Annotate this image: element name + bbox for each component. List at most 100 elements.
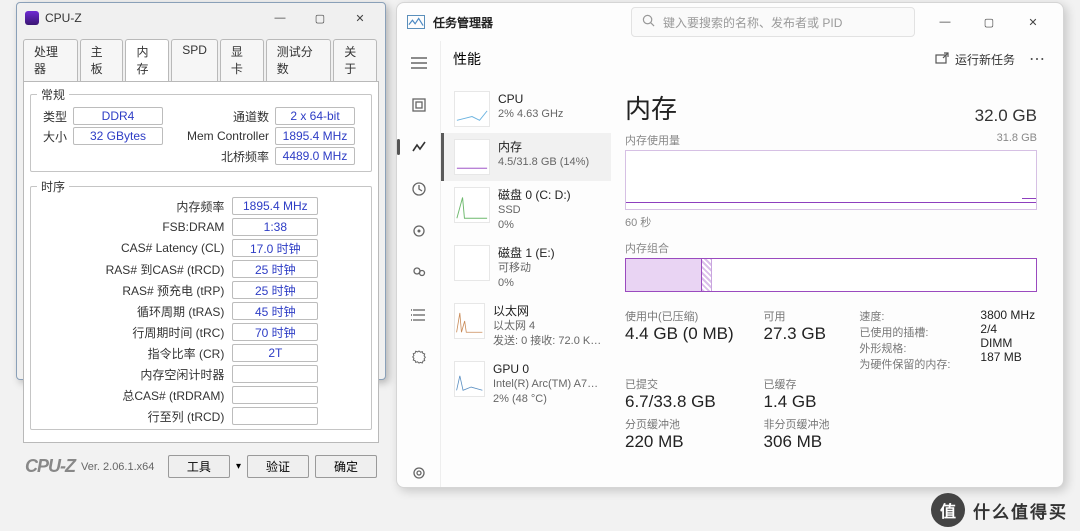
tab-处理器[interactable]: 处理器 — [23, 39, 78, 81]
smzdm-watermark: 值 什么值得买 — [931, 493, 1068, 527]
hw-label: 为硬件保留的内存: — [859, 359, 950, 371]
tab-显卡[interactable]: 显卡 — [220, 39, 264, 81]
perf-name: GPU 0 — [493, 361, 603, 377]
usage-label: 内存使用量 — [625, 132, 680, 148]
timing-label: CAS# Latency (CL) — [87, 241, 224, 255]
nb-value: 4489.0 MHz — [275, 147, 355, 165]
nb-label: 北桥频率 — [183, 148, 269, 165]
maximize-button[interactable]: ▢ — [967, 7, 1011, 37]
size-value: 32 GBytes — [73, 127, 163, 145]
channels-label: 通道数 — [183, 108, 269, 125]
hw-value: 187 MB — [980, 350, 1021, 364]
nav-users-icon[interactable] — [405, 259, 433, 287]
slots-label: 已使用的插槽: — [859, 327, 928, 339]
detail-title: 内存 — [625, 89, 677, 126]
ok-button[interactable]: 确定 — [315, 455, 377, 478]
capacity-value: 32.0 GB — [975, 106, 1037, 126]
thumb-chart — [454, 91, 490, 127]
size-label: 大小 — [37, 128, 67, 145]
tab-主板[interactable]: 主板 — [80, 39, 124, 81]
close-button[interactable]: ✕ — [343, 7, 377, 29]
perf-sub: Intel(R) Arc(TM) A750... — [493, 377, 603, 392]
nav-details-icon[interactable] — [405, 301, 433, 329]
general-legend: 常规 — [37, 86, 69, 103]
paged-value: 220 MB — [625, 432, 736, 452]
tab-关于[interactable]: 关于 — [333, 39, 377, 81]
timing-value: 17.0 时钟 — [232, 239, 318, 257]
perf-item-GPU 0[interactable]: GPU 0 Intel(R) Arc(TM) A750... 2% (48 °C… — [441, 355, 611, 413]
cpuz-tabbar: 处理器主板内存SPD显卡测试分数关于 — [17, 33, 385, 81]
timing-label: 循环周期 (tRAS) — [87, 303, 224, 320]
nav-performance-icon[interactable] — [405, 133, 433, 161]
thumb-chart — [454, 303, 485, 339]
timing-value — [232, 407, 318, 425]
axis-label: 60 秒 — [625, 214, 1037, 230]
minimize-button[interactable]: — — [263, 7, 297, 29]
close-button[interactable]: ✕ — [1011, 7, 1055, 37]
available-value: 27.3 GB — [764, 324, 832, 344]
slots-value: 2/4 — [980, 322, 997, 336]
cpuz-titlebar[interactable]: CPU-Z — ▢ ✕ — [17, 3, 385, 33]
speed-label: 速度: — [859, 311, 884, 323]
nav-startup-icon[interactable] — [405, 217, 433, 245]
timing-value — [232, 365, 318, 383]
tab-内存[interactable]: 内存 — [125, 39, 169, 81]
cpuz-window: CPU-Z — ▢ ✕ 处理器主板内存SPD显卡测试分数关于 常规 类型 DDR… — [16, 2, 386, 380]
tab-测试分数[interactable]: 测试分数 — [266, 39, 332, 81]
timing-value: 1:38 — [232, 218, 318, 236]
composition-chart — [625, 258, 1037, 292]
thumb-chart — [454, 361, 485, 397]
search-input[interactable]: 键入要搜索的名称、发布者或 PID — [631, 7, 915, 37]
tools-button[interactable]: 工具 — [168, 455, 230, 478]
perf-name: 磁盘 1 (E:) — [498, 245, 555, 261]
perf-sub: SSD — [498, 203, 571, 218]
perf-name: 磁盘 0 (C: D:) — [498, 187, 571, 203]
perf-item-CPU[interactable]: CPU 2% 4.63 GHz — [441, 85, 611, 133]
perf-item-磁盘 0 (C: D:)[interactable]: 磁盘 0 (C: D:) SSD 0% — [441, 181, 611, 239]
more-menu-button[interactable]: ⋯ — [1025, 49, 1051, 69]
timing-label: 内存频率 — [87, 198, 224, 215]
timing-label: 指令比率 (CR) — [87, 345, 224, 362]
nonpaged-label: 非分页缓冲池 — [764, 416, 832, 432]
perf-sub: 2% 4.63 GHz — [498, 107, 563, 122]
tm-titlebar[interactable]: 任务管理器 键入要搜索的名称、发布者或 PID — ▢ ✕ — [397, 3, 1063, 41]
form-label: 外形规格: — [859, 343, 906, 355]
perf-sub: 可移动 — [498, 261, 555, 276]
nav-history-icon[interactable] — [405, 175, 433, 203]
maximize-button[interactable]: ▢ — [303, 7, 337, 29]
perf-name: 内存 — [498, 139, 589, 155]
committed-value: 6.7/33.8 GB — [625, 392, 736, 412]
timing-value: 2T — [232, 344, 318, 362]
nonpaged-value: 306 MB — [764, 432, 832, 452]
perf-item-以太网[interactable]: 以太网 以太网 4 发送: 0 接收: 72.0 Kbps — [441, 297, 611, 355]
timing-value — [232, 386, 318, 404]
form-value: DIMM — [980, 336, 1012, 350]
composition-label: 内存组合 — [625, 240, 1037, 256]
in-use-label: 使用中(已压缩) — [625, 308, 736, 324]
search-placeholder: 键入要搜索的名称、发布者或 PID — [663, 14, 842, 31]
task-manager-icon — [407, 15, 425, 29]
run-new-task-button[interactable]: 运行新任务 — [935, 51, 1015, 68]
nav-processes-icon[interactable] — [405, 91, 433, 119]
timing-value: 25 时钟 — [232, 260, 318, 278]
timing-value: 1895.4 MHz — [232, 197, 318, 215]
nav-rail — [397, 41, 441, 487]
perf-item-内存[interactable]: 内存 4.5/31.8 GB (14%) — [441, 133, 611, 181]
nav-settings-icon[interactable] — [405, 459, 433, 487]
cpuz-footer: CPU-Z Ver. 2.06.1.x64 工具 ▾ 验证 确定 — [17, 449, 385, 484]
perf-item-磁盘 1 (E:)[interactable]: 磁盘 1 (E:) 可移动 0% — [441, 239, 611, 297]
tab-SPD[interactable]: SPD — [171, 39, 218, 81]
perf-list: CPU 2% 4.63 GHz 内存 4.5/31.8 GB (14%) 磁盘 … — [441, 79, 611, 487]
verify-button[interactable]: 验证 — [247, 455, 309, 478]
general-group: 常规 类型 DDR4 大小 32 GBytes 通道数 2 x 64-bit M… — [30, 86, 372, 172]
window-title: CPU-Z — [45, 11, 82, 25]
perf-name: 以太网 — [493, 303, 603, 319]
channels-value: 2 x 64-bit — [275, 107, 355, 125]
perf-sub: 4.5/31.8 GB (14%) — [498, 155, 589, 170]
available-label: 可用 — [764, 308, 832, 324]
nav-services-icon[interactable] — [405, 343, 433, 371]
thumb-chart — [454, 139, 490, 175]
in-use-value: 4.4 GB (0 MB) — [625, 324, 736, 344]
nav-menu-icon[interactable] — [405, 49, 433, 77]
minimize-button[interactable]: — — [923, 7, 967, 37]
